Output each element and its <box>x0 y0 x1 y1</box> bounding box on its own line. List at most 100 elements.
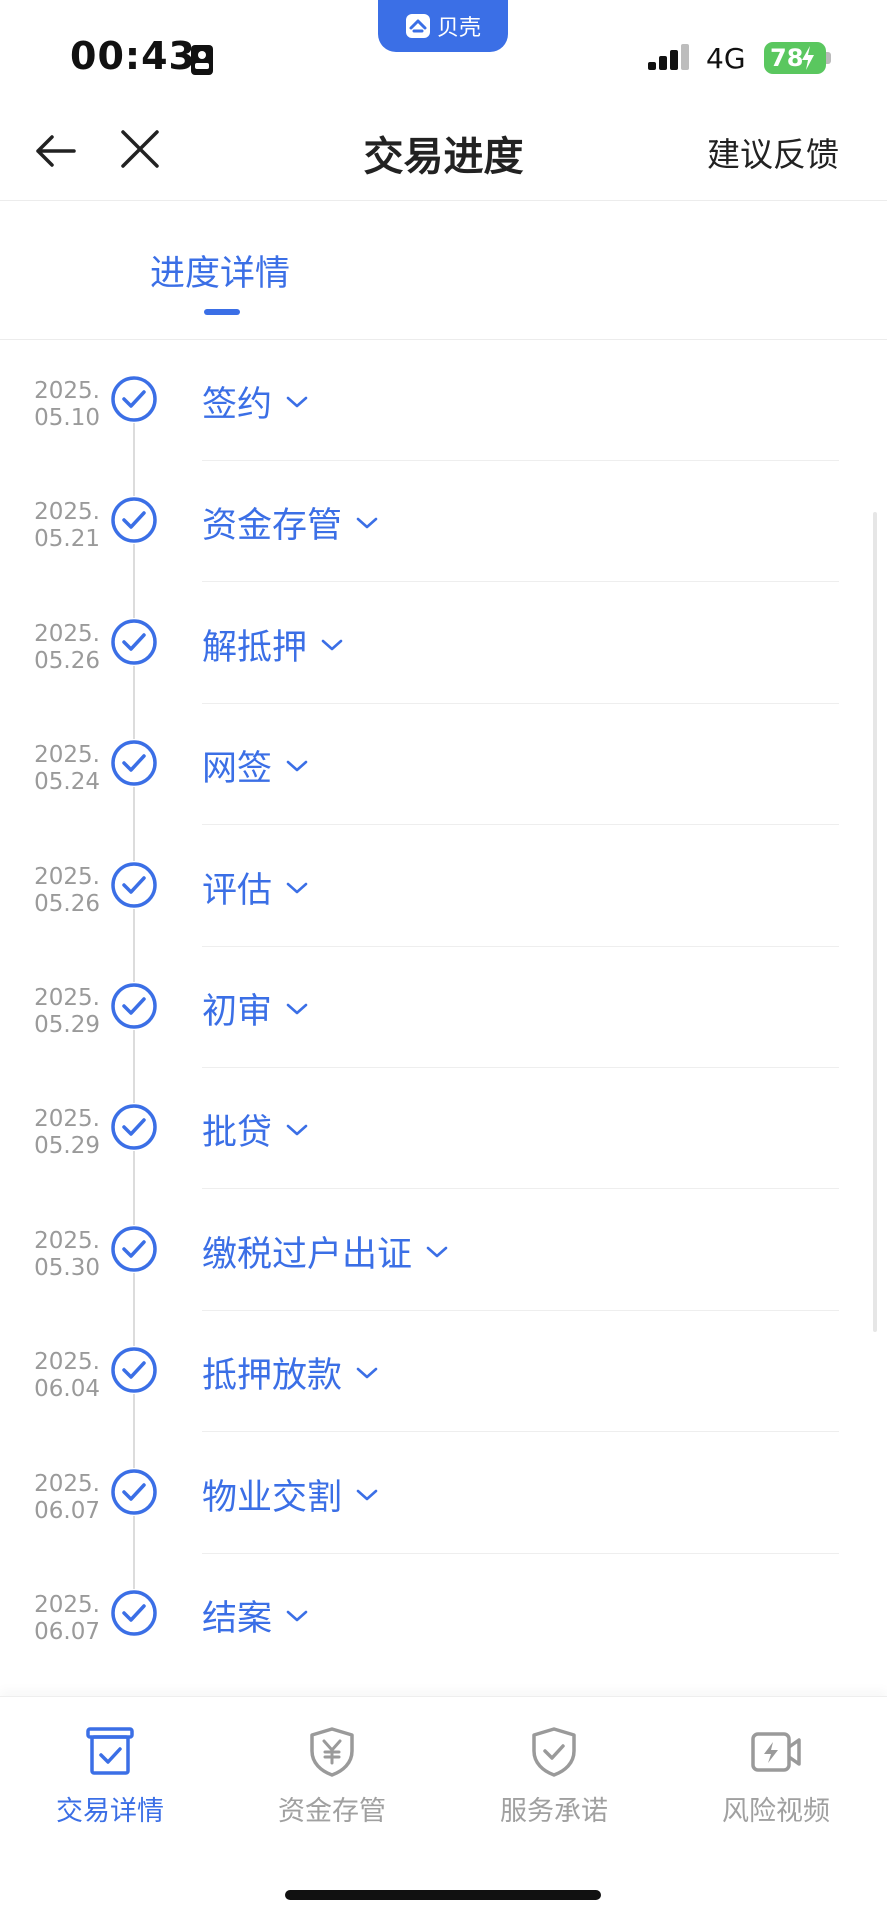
step-divider <box>202 1188 839 1189</box>
chevron-down-icon <box>286 760 308 771</box>
step-title: 初审 <box>202 992 273 1032</box>
step-date-year: 2025. <box>34 1471 100 1497</box>
network-type: 4G <box>706 42 746 75</box>
step-date-day: 05.29 <box>34 1133 100 1159</box>
step-date-year: 2025. <box>34 864 100 890</box>
timeline-step[interactable]: 2025. 05.21 资金存管 <box>0 461 887 582</box>
tab-header: 进度详情 <box>0 201 887 340</box>
step-toggle[interactable]: 初审 <box>202 983 310 1034</box>
bottom-nav-label: 服务承诺 <box>500 1796 608 1827</box>
step-divider <box>202 1431 839 1432</box>
timeline-step[interactable]: 2025. 05.30 缴税过户出证 <box>0 1190 887 1311</box>
step-complete-check-icon <box>110 496 158 544</box>
step-date-day: 05.10 <box>34 405 100 431</box>
id-card-icon <box>191 45 213 75</box>
step-date-year: 2025. <box>34 742 100 768</box>
step-toggle[interactable]: 抵押放款 <box>202 1347 380 1398</box>
timeline-step[interactable]: 2025. 05.10 签约 <box>0 340 887 461</box>
step-complete-check-icon <box>110 1225 158 1273</box>
status-bar: 00:43 贝壳 4G 78 <box>0 0 887 100</box>
step-date-year: 2025. <box>34 621 100 647</box>
step-toggle[interactable]: 缴税过户出证 <box>202 1226 450 1277</box>
timeline-step[interactable]: 2025. 05.26 解抵押 <box>0 583 887 704</box>
scrollbar[interactable] <box>873 512 877 1332</box>
beike-logo-icon <box>405 14 430 38</box>
step-toggle[interactable]: 签约 <box>202 376 310 427</box>
app-return-pill[interactable]: 贝壳 <box>378 0 508 52</box>
feedback-button[interactable]: 建议反馈 <box>707 128 839 176</box>
chevron-down-icon <box>356 1489 378 1500</box>
chevron-down-icon <box>286 1610 308 1621</box>
tab-progress-details[interactable]: 进度详情 <box>150 245 290 296</box>
step-title: 抵押放款 <box>202 1356 343 1396</box>
chevron-down-icon <box>286 1124 308 1135</box>
step-date: 2025. 05.29 <box>20 985 100 1039</box>
timeline-step[interactable]: 2025. 05.29 批贷 <box>0 1068 887 1189</box>
step-complete-check-icon <box>110 1468 158 1516</box>
checklist-box-icon <box>86 1727 134 1775</box>
chevron-down-icon <box>321 639 343 650</box>
chevron-down-icon <box>356 1367 378 1378</box>
bottom-nav: 交易详情 资金存管 服务承诺 风险视频 <box>0 1696 887 1921</box>
timeline-step[interactable]: 2025. 05.29 初审 <box>0 947 887 1068</box>
chevron-down-icon <box>286 882 308 893</box>
bottom-nav-item-service-promise[interactable]: 服务承诺 <box>454 1725 654 1828</box>
progress-timeline: 2025. 05.10 签约 2025. 05.21 资金存管 2025. 05.26 解抵押 2… <box>0 340 887 1692</box>
video-bolt-icon <box>751 1732 801 1772</box>
step-date-day: 06.07 <box>34 1619 100 1645</box>
chevron-down-icon <box>356 517 378 528</box>
step-date-year: 2025. <box>34 985 100 1011</box>
step-toggle[interactable]: 解抵押 <box>202 619 345 670</box>
step-toggle[interactable]: 网签 <box>202 740 310 791</box>
step-toggle[interactable]: 评估 <box>202 862 310 913</box>
step-complete-check-icon <box>110 618 158 666</box>
timeline-step[interactable]: 2025. 05.26 评估 <box>0 826 887 947</box>
step-toggle[interactable]: 资金存管 <box>202 497 380 548</box>
step-date-day: 06.04 <box>34 1376 100 1402</box>
back-arrow-icon[interactable] <box>30 126 80 176</box>
timeline-step[interactable]: 2025. 06.04 抵押放款 <box>0 1311 887 1432</box>
step-date-day: 06.07 <box>34 1498 100 1524</box>
step-date: 2025. 05.30 <box>20 1228 100 1282</box>
step-date-year: 2025. <box>34 1228 100 1254</box>
battery-nub <box>826 52 831 64</box>
step-date: 2025. 05.29 <box>20 1106 100 1160</box>
timeline-step[interactable]: 2025. 06.07 结案 <box>0 1554 887 1675</box>
step-complete-check-icon <box>110 1589 158 1637</box>
bottom-nav-item-fund-custody[interactable]: 资金存管 <box>232 1725 432 1828</box>
home-indicator <box>285 1890 601 1900</box>
step-date: 2025. 06.07 <box>20 1592 100 1646</box>
bottom-nav-item-risk-video[interactable]: 风险视频 <box>676 1725 876 1828</box>
close-icon[interactable] <box>115 122 165 176</box>
step-title: 评估 <box>202 871 273 911</box>
chevron-down-icon <box>286 1003 308 1014</box>
step-date: 2025. 06.07 <box>20 1471 100 1525</box>
battery-level: 78 <box>770 44 804 72</box>
step-toggle[interactable]: 批贷 <box>202 1104 310 1155</box>
bottom-nav-label: 风险视频 <box>722 1796 830 1827</box>
step-toggle[interactable]: 物业交割 <box>202 1469 380 1520</box>
step-complete-check-icon <box>110 861 158 909</box>
timeline-step[interactable]: 2025. 05.24 网签 <box>0 704 887 825</box>
step-title: 签约 <box>202 385 273 425</box>
step-toggle[interactable]: 结案 <box>202 1590 310 1641</box>
step-date: 2025. 05.10 <box>20 378 100 432</box>
step-title: 结案 <box>202 1599 273 1639</box>
step-divider <box>202 824 839 825</box>
step-title: 网签 <box>202 749 273 789</box>
step-date-year: 2025. <box>34 378 100 404</box>
bottom-nav-item-transaction-details[interactable]: 交易详情 <box>10 1725 210 1828</box>
nav-bar: 交易进度 建议反馈 <box>0 100 887 201</box>
charging-bolt-icon <box>802 46 814 70</box>
step-title: 批贷 <box>202 1113 273 1153</box>
step-date-year: 2025. <box>34 499 100 525</box>
step-title: 解抵押 <box>202 628 308 668</box>
step-date-day: 05.24 <box>34 769 100 795</box>
step-complete-check-icon <box>110 375 158 423</box>
chevron-down-icon <box>426 1246 448 1257</box>
step-date-day: 05.29 <box>34 1012 100 1038</box>
timeline-step[interactable]: 2025. 06.07 物业交割 <box>0 1433 887 1554</box>
step-date-day: 05.30 <box>34 1255 100 1281</box>
step-title: 缴税过户出证 <box>202 1235 413 1275</box>
bottom-nav-label: 资金存管 <box>278 1796 386 1827</box>
